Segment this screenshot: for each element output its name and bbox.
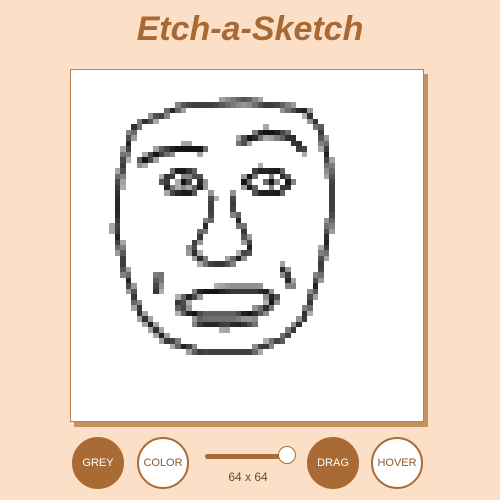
controls-bar: GREY COLOR 64 x 64 DRAG HOVER <box>0 437 500 493</box>
grid-size-slider-thumb[interactable] <box>278 446 296 464</box>
grid-size-label: 64 x 64 <box>228 470 268 484</box>
drawing-grid[interactable] <box>71 70 423 421</box>
grid-size-slider-track[interactable] <box>205 454 285 459</box>
drag-mode-button[interactable]: DRAG <box>307 437 359 489</box>
app-title: Etch-a-Sketch <box>136 10 364 48</box>
sketch-board[interactable] <box>70 69 424 422</box>
grey-mode-button[interactable]: GREY <box>72 437 124 489</box>
color-mode-button[interactable]: COLOR <box>137 437 189 489</box>
hover-mode-button[interactable]: HOVER <box>371 437 423 489</box>
